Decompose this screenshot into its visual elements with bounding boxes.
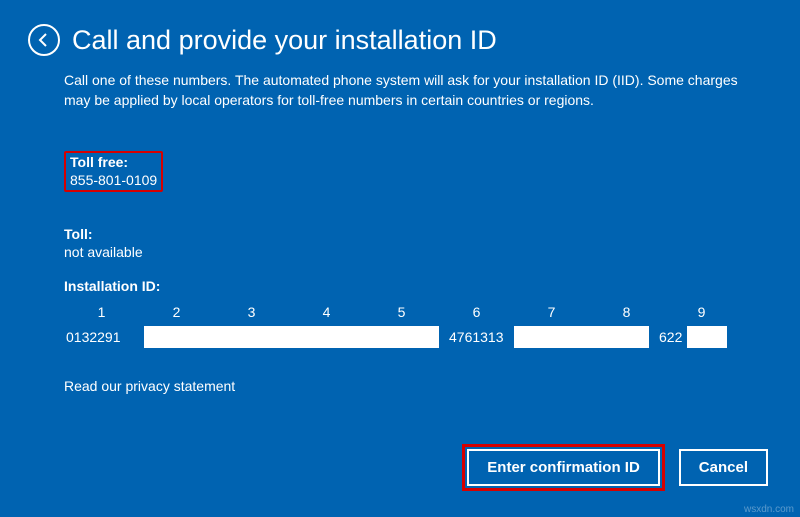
iid-col-7: 7 xyxy=(514,304,589,320)
iid-col-8: 8 xyxy=(589,304,664,320)
watermark: wsxdn.com xyxy=(744,504,794,515)
iid-col-9: 9 xyxy=(664,304,739,320)
iid-col-2: 2 xyxy=(139,304,214,320)
cancel-button[interactable]: Cancel xyxy=(679,449,768,486)
iid-col-5: 5 xyxy=(364,304,439,320)
iid-input-7to8[interactable] xyxy=(514,326,649,348)
iid-data-row: 0132291 4761313 622 xyxy=(64,326,740,348)
iid-col-3: 3 xyxy=(214,304,289,320)
description-text: Call one of these numbers. The automated… xyxy=(64,70,740,111)
iid-col-4: 4 xyxy=(289,304,364,320)
header: Call and provide your installation ID xyxy=(0,0,800,64)
toll-free-label: Toll free: xyxy=(70,154,157,170)
footer-buttons: Enter confirmation ID Cancel xyxy=(462,444,768,491)
toll-value: not available xyxy=(64,244,740,260)
iid-input-2to5[interactable] xyxy=(144,326,439,348)
iid-column-headers: 1 2 3 4 5 6 7 8 9 xyxy=(64,304,740,320)
content-area: Call one of these numbers. The automated… xyxy=(0,64,800,394)
iid-group-6: 4761313 xyxy=(439,329,514,345)
enter-confirmation-highlight: Enter confirmation ID xyxy=(462,444,665,491)
iid-group-1: 0132291 xyxy=(64,329,144,345)
iid-group-9: 622 xyxy=(649,329,687,345)
enter-confirmation-button[interactable]: Enter confirmation ID xyxy=(467,449,660,486)
arrow-left-icon xyxy=(36,32,52,48)
iid-col-1: 1 xyxy=(64,304,139,320)
iid-col-6: 6 xyxy=(439,304,514,320)
installation-id-block: Installation ID: 1 2 3 4 5 6 7 8 9 01322… xyxy=(64,278,740,348)
privacy-link[interactable]: Read our privacy statement xyxy=(64,378,740,394)
toll-free-number: 855-801-0109 xyxy=(70,172,157,188)
toll-label: Toll: xyxy=(64,226,740,242)
iid-input-9b[interactable] xyxy=(687,326,727,348)
installation-id-label: Installation ID: xyxy=(64,278,740,294)
back-button[interactable] xyxy=(28,24,60,56)
page-title: Call and provide your installation ID xyxy=(72,25,497,56)
toll-free-block: Toll free: 855-801-0109 xyxy=(64,151,163,192)
